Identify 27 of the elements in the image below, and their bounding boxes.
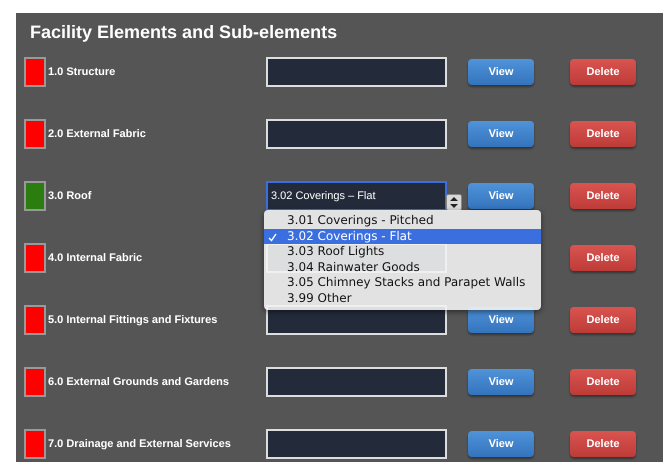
- select-field[interactable]: 3.02 Coverings – Flat: [266, 181, 447, 211]
- delete-button[interactable]: Delete: [570, 121, 636, 147]
- dropdown-option[interactable]: 3.99 Other: [264, 290, 541, 306]
- element-label: 1.0 Structure: [48, 66, 116, 78]
- view-button[interactable]: View: [468, 121, 534, 147]
- delete-button[interactable]: Delete: [570, 183, 636, 209]
- view-button[interactable]: View: [468, 59, 534, 85]
- delete-button[interactable]: Delete: [570, 307, 636, 333]
- delete-button[interactable]: Delete: [570, 431, 636, 457]
- element-label: 5.0 Internal Fittings and Fixtures: [48, 314, 218, 326]
- delete-button[interactable]: Delete: [570, 59, 636, 85]
- element-label: 4.0 Internal Fabric: [48, 252, 144, 264]
- view-button[interactable]: View: [468, 431, 534, 457]
- page-title: Facility Elements and Sub-elements: [30, 23, 338, 41]
- dropdown-option[interactable]: 3.05 Chimney Stacks and Parapet Walls: [264, 275, 541, 290]
- view-button[interactable]: View: [468, 183, 534, 209]
- dropdown-option[interactable]: 3.04 Rainwater Goods: [264, 260, 541, 275]
- delete-button[interactable]: Delete: [570, 245, 636, 271]
- dropdown-option[interactable]: 3.03 Roof Lights: [264, 244, 541, 260]
- element-label: 6.0 External Grounds and Gardens: [48, 376, 230, 388]
- dropdown-option[interactable]: 3.01 Coverings - Pitched: [264, 213, 541, 228]
- element-label: 7.0 Drainage and External Services: [48, 438, 232, 450]
- view-button[interactable]: View: [468, 369, 534, 395]
- element-label: 3.0 Roof: [48, 190, 92, 202]
- delete-button[interactable]: Delete: [570, 369, 636, 395]
- element-label: 2.0 External Fabric: [48, 128, 147, 140]
- dropdown-option[interactable]: 3.02 Coverings - Flat: [264, 228, 541, 244]
